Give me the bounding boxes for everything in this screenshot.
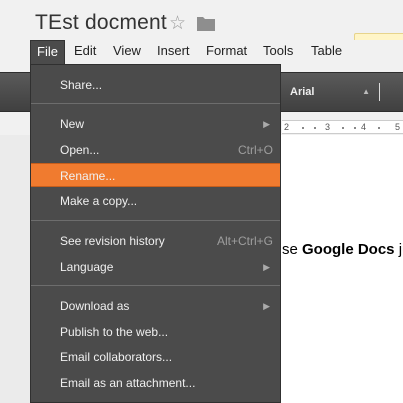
menu-item-email-collaborators[interactable]: Email collaborators... [31,345,280,369]
menu-item-label: Rename... [60,169,116,183]
menu-item-shortcut: Ctrl+O [237,143,273,157]
font-family-value: Arial [290,86,315,98]
ruler-tick [354,127,356,129]
menu-item-label: Download as [60,299,130,313]
doc-text-bold: Google Docs [302,241,395,258]
chevron-right-icon: ▶ [263,301,270,311]
ruler-tick [342,127,344,129]
doc-text-after: ju [398,241,403,258]
menu-item-label: Make a copy... [60,194,138,208]
menu-separator [31,103,280,104]
menu-item-open[interactable]: Open... Ctrl+O [31,138,280,162]
ruler-tick [302,127,304,129]
folder-icon[interactable] [197,15,215,31]
menu-item-email-attachment[interactable]: Email as an attachment... [31,371,280,395]
menu-item-make-a-copy[interactable]: Make a copy... [31,189,280,213]
menu-item-label: See revision history [60,234,165,248]
ruler-label: 3 [325,122,331,132]
menu-separator [31,220,280,221]
menu-view[interactable]: View [107,40,147,64]
menu-table[interactable]: Table [305,40,348,64]
menu-item-label: Publish to the web... [60,325,169,339]
menu-format[interactable]: Format [200,40,253,64]
menu-item-shortcut: Alt+Ctrl+G [216,234,273,248]
menu-item-share[interactable]: Share... [31,73,280,97]
chevron-right-icon: ▶ [263,262,270,272]
document-title[interactable]: TEst docment [35,11,167,35]
ruler-tick [314,127,316,129]
menu-tools[interactable]: Tools [257,40,299,64]
menu-insert[interactable]: Insert [151,40,196,64]
ruler-label: 4 [361,122,367,132]
menu-item-publish[interactable]: Publish to the web... [31,320,280,344]
menu-item-download-as[interactable]: Download as ▶ [31,294,280,318]
star-icon[interactable]: ☆ [169,14,186,33]
menu-edit[interactable]: Edit [68,40,102,64]
menu-item-label: Open... [60,143,100,157]
menu-item-revision-history[interactable]: See revision history Alt+Ctrl+G [31,229,280,253]
document-text[interactable]: se Google Docs ju [282,241,403,258]
toolbar-separator [379,83,380,101]
menu-file[interactable]: File [30,40,65,64]
select-arrows-icon: ▲ [362,87,370,96]
ruler-strip[interactable]: 2 3 4 5 [282,120,403,134]
font-family-select[interactable]: Arial ▲ [282,82,374,102]
menu-item-label: New [60,117,85,131]
ruler-label: 5 [395,122,401,132]
file-menu-dropdown: Share... New ▶ Open... Ctrl+O Rename... … [30,64,281,403]
menu-item-new[interactable]: New ▶ [31,112,280,136]
menu-item-label: Language [60,260,114,274]
menu-item-label: Email collaborators... [60,350,173,364]
menu-item-label: Email as an attachment... [60,376,196,390]
ruler-tick [378,127,380,129]
menu-item-label: Share... [60,78,103,92]
menubar: File Edit View Insert Format Tools Table [0,40,403,64]
title-bar: TEst docment ☆ [0,0,403,40]
menu-item-language[interactable]: Language ▶ [31,255,280,279]
chevron-right-icon: ▶ [263,119,270,129]
menu-separator [31,285,280,286]
ruler-label: 2 [284,122,290,132]
menu-item-rename[interactable]: Rename... [31,163,280,187]
doc-text-before: se [282,241,303,258]
